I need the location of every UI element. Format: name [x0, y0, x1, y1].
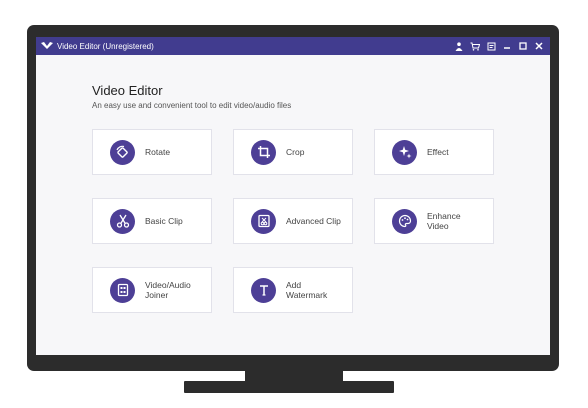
cart-icon[interactable] — [470, 41, 480, 51]
page-header: Video Editor An easy use and convenient … — [92, 83, 291, 110]
app-window: Video Editor (Unregistered) Video Editor — [36, 37, 550, 355]
tool-advanced-clip-button[interactable]: Advanced Clip — [233, 198, 353, 244]
tool-label: Crop — [286, 147, 305, 157]
window-title: Video Editor (Unregistered) — [57, 41, 154, 51]
tool-label: Video/Audio Joiner — [145, 280, 191, 300]
minimize-icon[interactable] — [502, 41, 512, 51]
scissors-icon — [110, 208, 135, 234]
tool-label: Rotate — [145, 147, 171, 157]
title-bar: Video Editor (Unregistered) — [36, 37, 550, 55]
tool-label: Advanced Clip — [286, 216, 341, 226]
feedback-icon[interactable] — [486, 41, 496, 51]
tool-basic-clip-button[interactable]: Basic Clip — [92, 198, 212, 244]
monitor-neck — [245, 371, 343, 381]
tool-crop-button[interactable]: Crop — [233, 129, 353, 175]
tool-label: Add Watermark — [286, 280, 328, 300]
tool-label: Basic Clip — [145, 216, 183, 226]
tool-enhance-video-button[interactable]: Enhance Video — [374, 198, 494, 244]
rotate-icon — [110, 139, 135, 165]
maximize-icon[interactable] — [518, 41, 528, 51]
joiner-icon — [110, 277, 135, 303]
app-logo-icon — [40, 40, 54, 52]
user-icon[interactable] — [454, 41, 464, 51]
crop-icon — [251, 139, 276, 165]
text-watermark-icon — [251, 277, 276, 303]
effect-icon — [392, 139, 417, 165]
tool-rotate-button[interactable]: Rotate — [92, 129, 212, 175]
tool-add-watermark-button[interactable]: Add Watermark — [233, 267, 353, 313]
monitor-stand — [184, 381, 394, 393]
tool-video-audio-joiner-button[interactable]: Video/Audio Joiner — [92, 267, 212, 313]
page-title: Video Editor — [92, 83, 163, 98]
advanced-clip-icon — [251, 208, 276, 234]
tool-label: Effect — [427, 147, 449, 157]
page-subtitle: An easy use and convenient tool to edit … — [92, 101, 292, 110]
tool-label: Enhance Video — [427, 211, 461, 231]
palette-icon — [392, 208, 417, 234]
close-icon[interactable] — [534, 41, 544, 51]
tool-effect-button[interactable]: Effect — [374, 129, 494, 175]
